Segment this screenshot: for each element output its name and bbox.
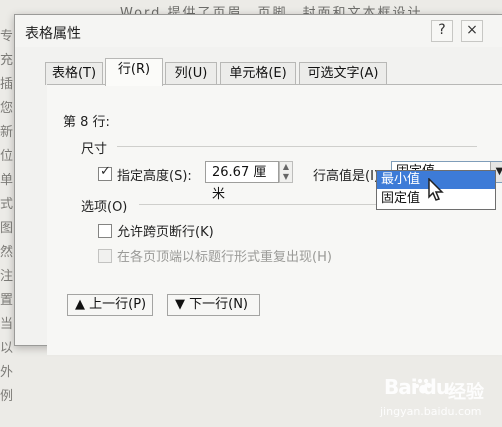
down-arrow-icon: ▼: [175, 297, 185, 312]
next-row-label: 下一行(N): [189, 297, 249, 312]
options-section-label: 选项(O): [81, 200, 128, 215]
previous-row-button[interactable]: ▲ 上一行(P): [67, 294, 153, 316]
row-tab-panel: 第 8 行: 尺寸 指定高度(S): 26.67 厘米 ▲▼ 行高值是(I): …: [47, 84, 502, 355]
allow-row-break-checkbox[interactable]: [98, 224, 112, 238]
size-section-label: 尺寸: [81, 142, 108, 157]
tab-row[interactable]: 行(R): [105, 58, 163, 86]
doc-char: 外: [0, 365, 14, 380]
height-input[interactable]: 26.67 厘米: [205, 161, 279, 202]
mouse-cursor-icon: [428, 178, 444, 201]
tab-alt-text[interactable]: 可选文字(A): [299, 62, 387, 85]
repeat-header-checkbox: [98, 249, 112, 263]
doc-char: 例: [0, 389, 14, 404]
tab-column[interactable]: 列(U): [165, 62, 217, 85]
dialog-titlebar: 表格属性 ? ×: [15, 15, 502, 47]
baidu-logo-text: Bai du: [384, 375, 450, 399]
allow-row-break-label: 允许跨页断行(K): [117, 225, 214, 240]
tab-cell[interactable]: 单元格(E): [220, 62, 296, 85]
help-icon[interactable]: ?: [431, 20, 453, 42]
specify-height-checkbox[interactable]: [98, 164, 112, 181]
previous-row-label: 上一行(P): [89, 297, 147, 312]
tab-table[interactable]: 表格(T): [45, 62, 103, 85]
repeat-header-label: 在各页顶端以标题行形式重复出现(H): [117, 250, 332, 265]
close-icon[interactable]: ×: [461, 20, 483, 42]
baidu-jingyan-text: 经验: [448, 382, 484, 403]
height-spinner[interactable]: ▲ ▼: [279, 161, 293, 183]
specify-height-label: 指定高度(S):: [117, 169, 192, 184]
up-arrow-icon: ▲: [75, 297, 85, 312]
baidu-watermark: Bai du 经验 jingyan.baidu.com: [356, 375, 502, 427]
next-row-button[interactable]: ▼ 下一行(N): [167, 294, 260, 316]
row-height-is-label: 行高值是(I):: [313, 169, 384, 184]
row-label: 第 8 行:: [63, 115, 110, 130]
size-section-divider: [117, 146, 477, 147]
dialog-title: 表格属性: [25, 26, 81, 42]
baidu-url: jingyan.baidu.com: [380, 405, 482, 418]
